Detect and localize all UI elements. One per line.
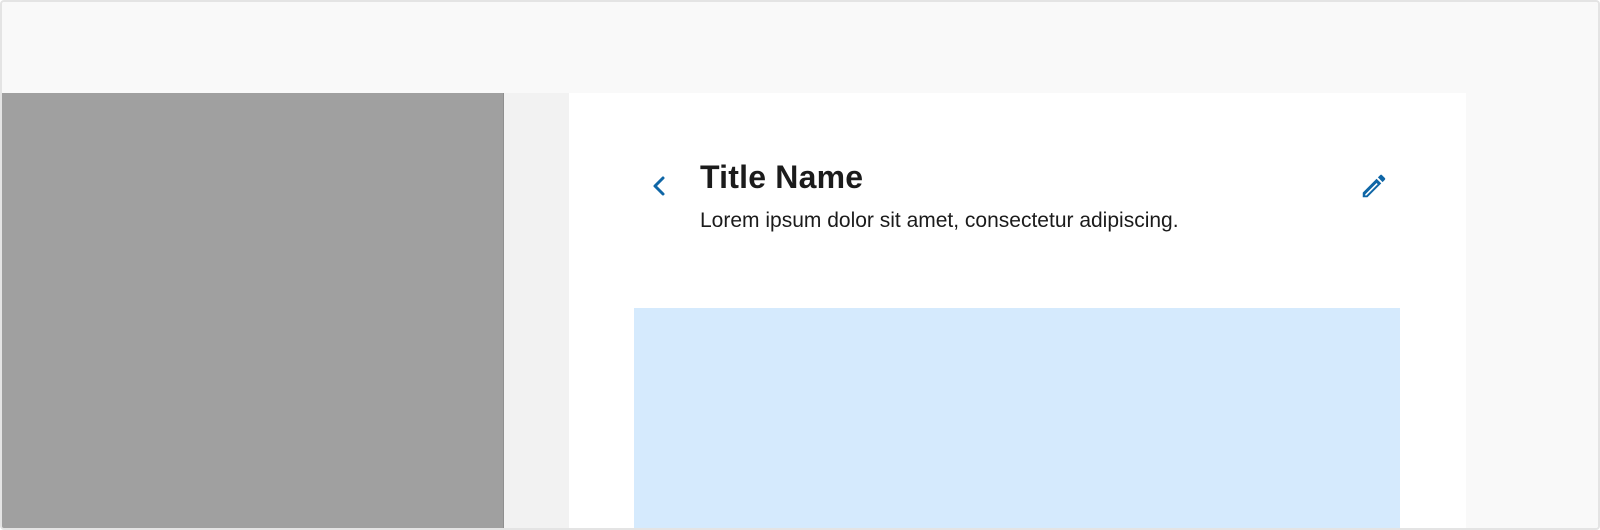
pencil-icon — [1359, 171, 1389, 201]
top-band — [2, 2, 1598, 93]
page-title: Title Name — [700, 159, 864, 195]
app-window: Title Name Lorem ipsum dolor sit amet, c… — [0, 0, 1600, 530]
panel-gutter — [504, 93, 569, 528]
right-margin — [1466, 93, 1598, 528]
side-panel — [2, 93, 504, 528]
edit-button[interactable] — [1354, 166, 1394, 206]
page-subtitle: Lorem ipsum dolor sit amet, consectetur … — [700, 209, 1179, 232]
chevron-left-icon — [649, 175, 671, 197]
back-button[interactable] — [640, 166, 680, 206]
content-placeholder — [634, 308, 1400, 528]
